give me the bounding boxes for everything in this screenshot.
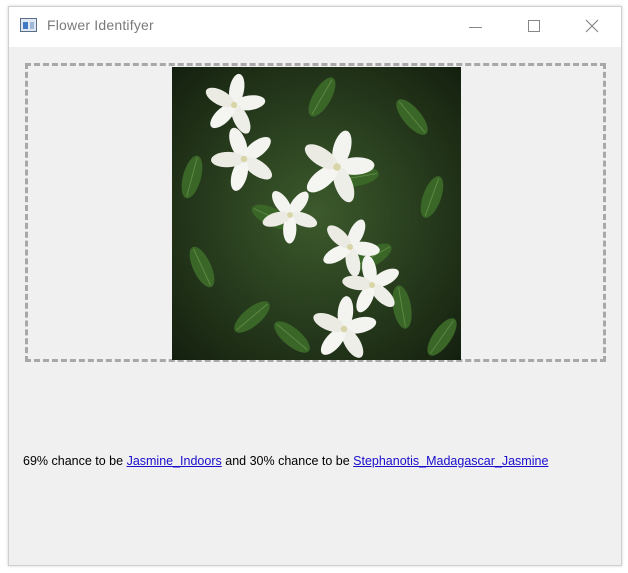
close-icon	[585, 19, 599, 33]
flower-image	[172, 67, 461, 360]
prediction-2-link[interactable]: Stephanotis_Madagascar_Jasmine	[353, 454, 548, 468]
result-connector: and	[221, 454, 250, 468]
maximize-icon	[528, 20, 540, 32]
prediction-1-text: chance to be	[48, 454, 127, 468]
app-window: Flower Identifyer 69% chance to be Jasmi…	[8, 6, 622, 566]
minimize-icon	[469, 27, 482, 28]
prediction-1-percent: 69%	[23, 454, 49, 468]
prediction-1-link[interactable]: Jasmine_Indoors	[127, 454, 222, 468]
minimize-button[interactable]	[447, 7, 505, 47]
prediction-2-percent: 30%	[249, 454, 275, 468]
prediction-result: 69% chance to be Jasmine_Indoors and 30%…	[23, 454, 548, 468]
title-bar[interactable]: Flower Identifyer	[9, 7, 621, 47]
close-button[interactable]	[563, 7, 621, 47]
app-icon	[20, 18, 37, 32]
prediction-2-text: chance to be	[274, 454, 354, 468]
maximize-button[interactable]	[505, 7, 563, 47]
window-title: Flower Identifyer	[47, 17, 154, 33]
